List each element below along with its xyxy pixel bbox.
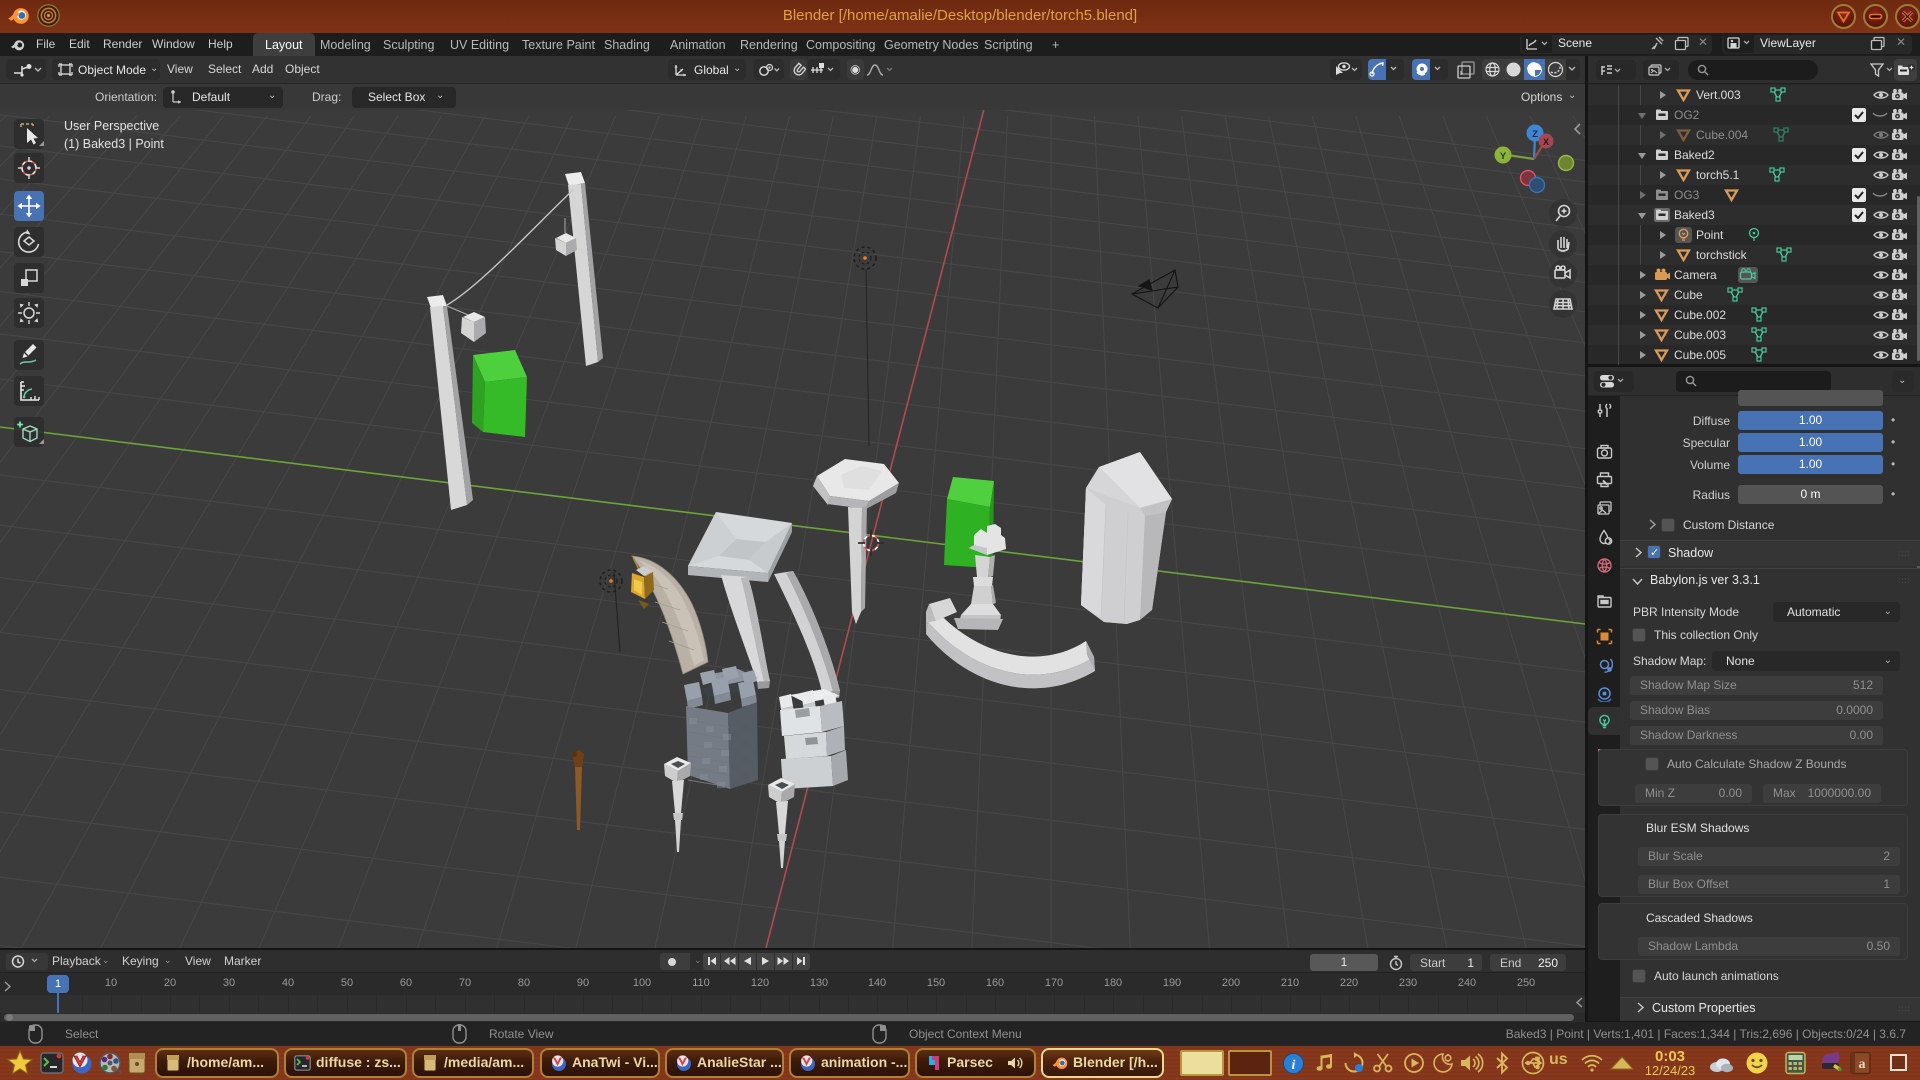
svg-text:a: a [1859,1057,1866,1072]
svg-text:i: i [1292,1058,1296,1073]
svg-text:X: X [1543,137,1549,147]
svg-text:Z: Z [1532,129,1538,140]
svg-text:Y: Y [1500,151,1507,162]
